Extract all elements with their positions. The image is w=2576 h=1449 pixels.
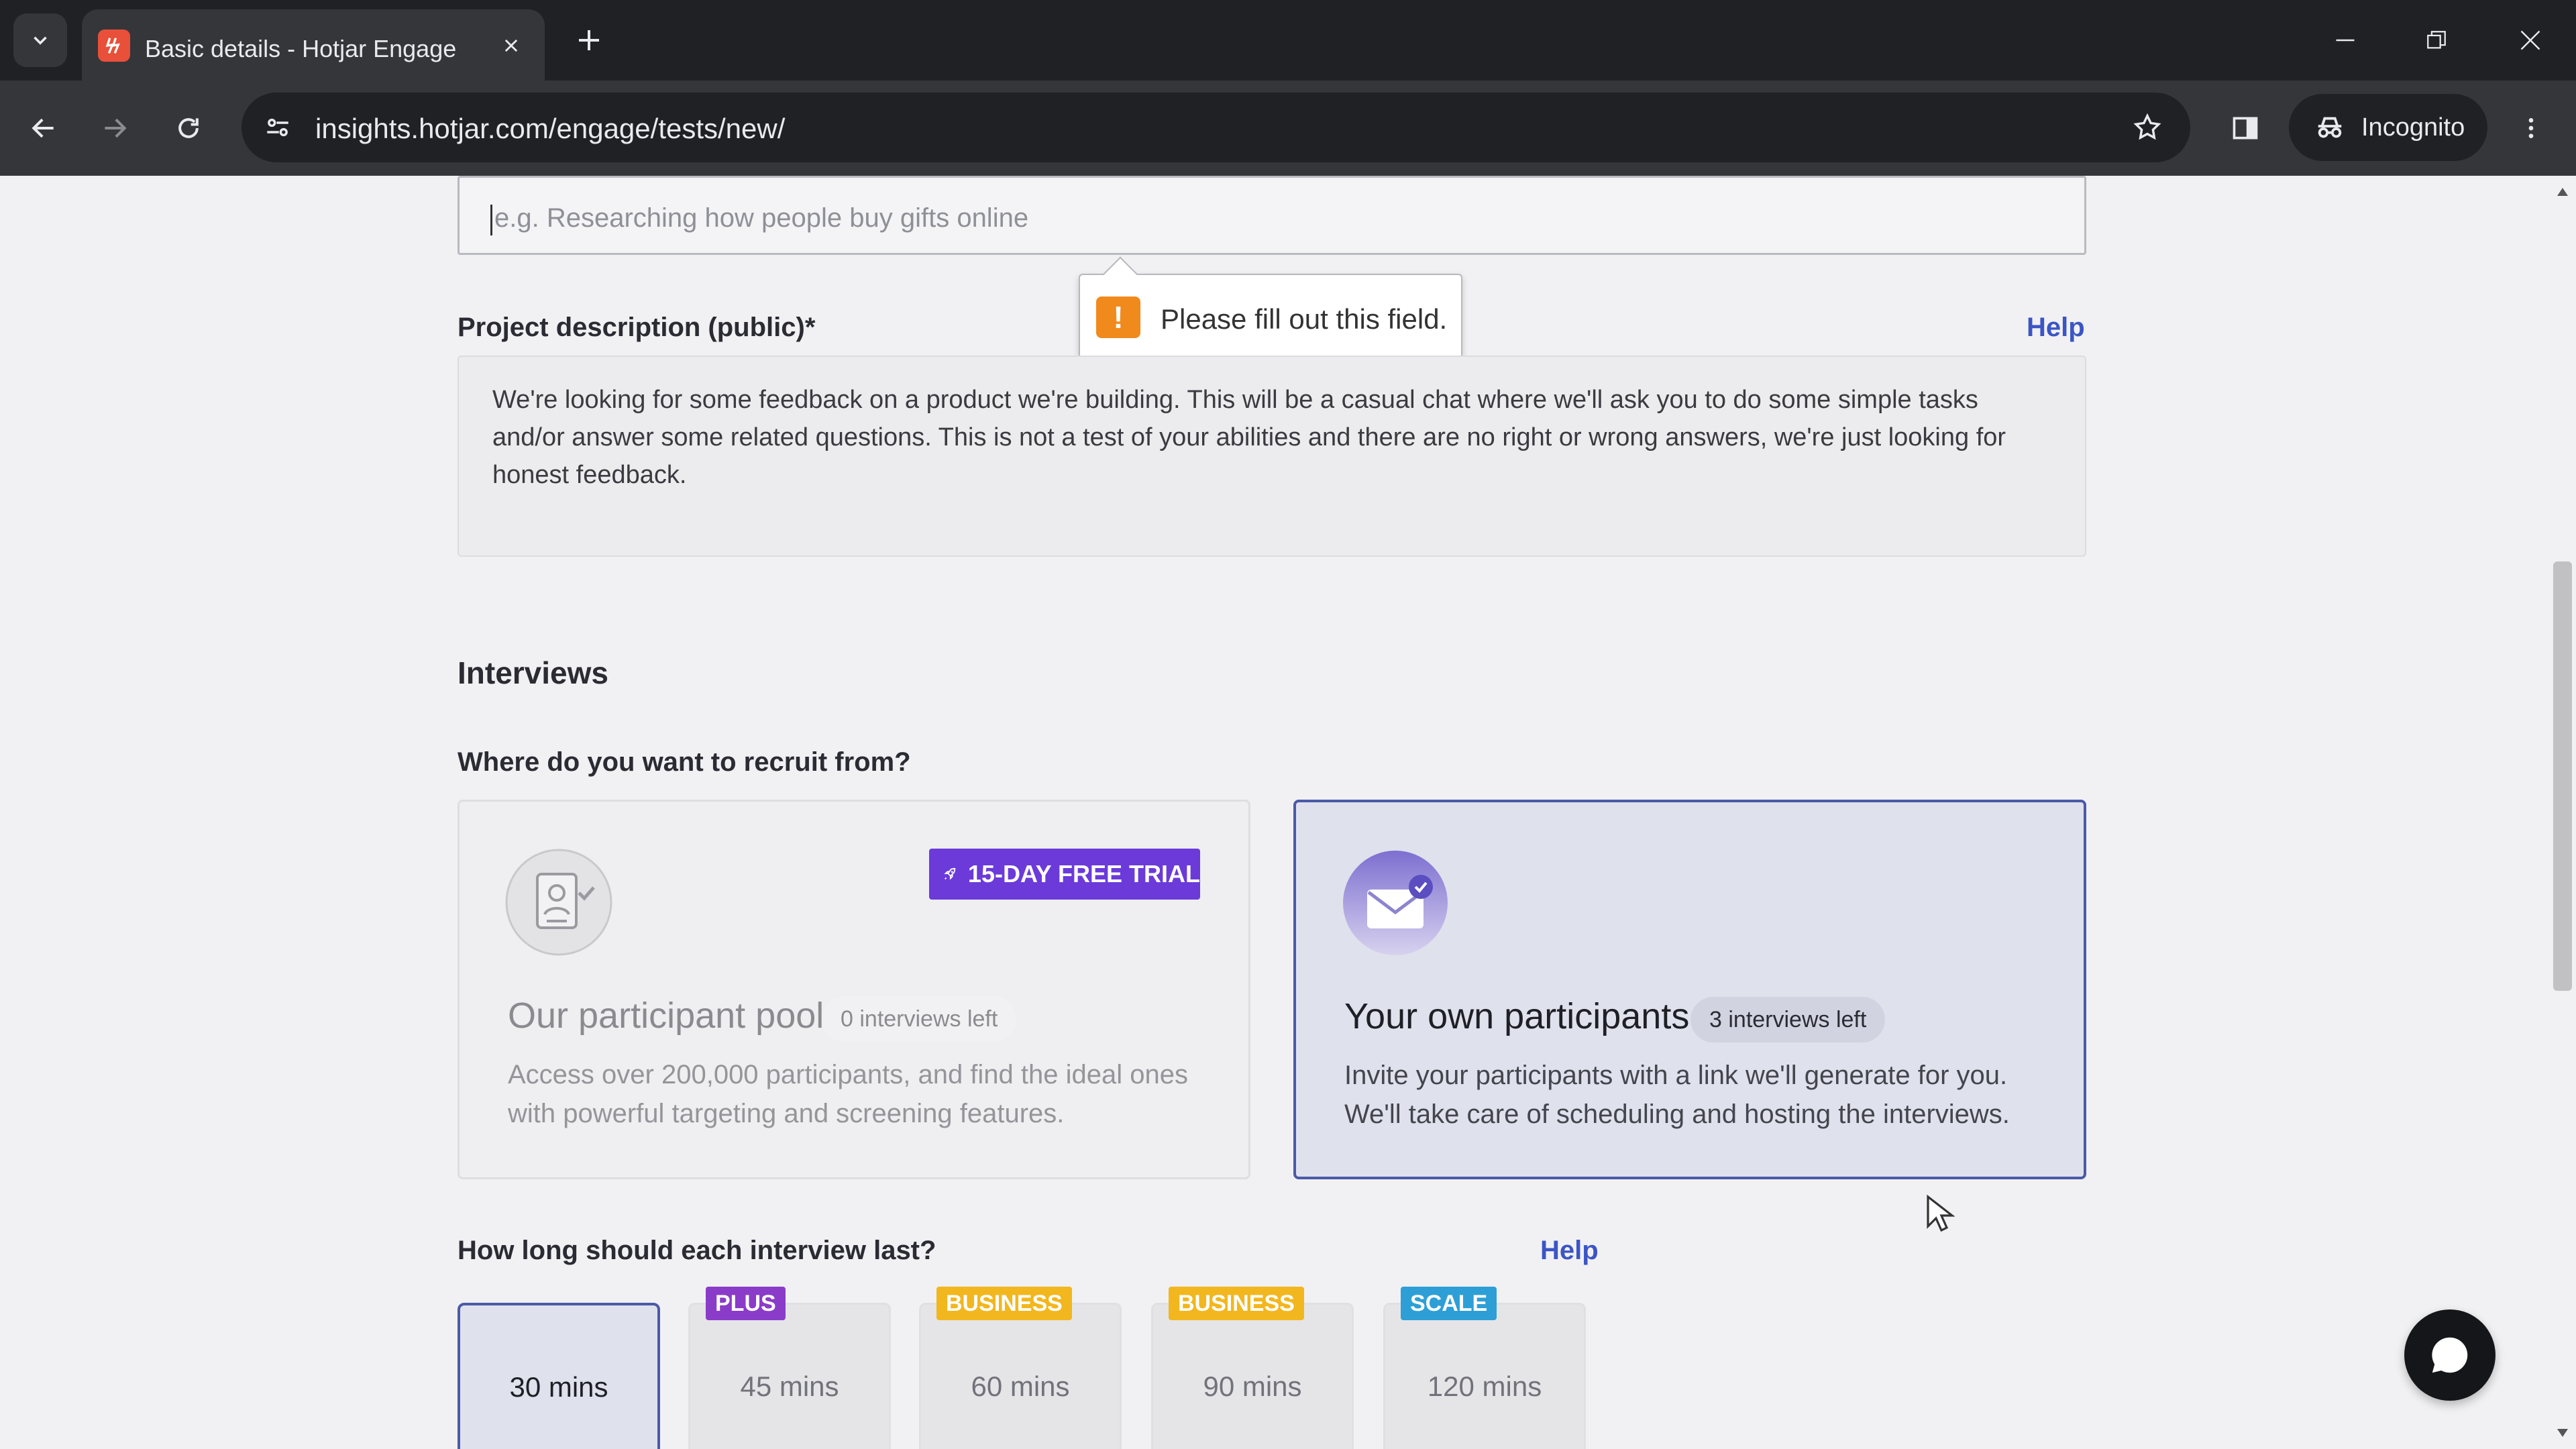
duration-option-60[interactable]: 60 mins [919,1303,1122,1449]
own-participants-title: Your own participants [1344,996,1690,1036]
participant-pool-title: Our participant pool [508,996,824,1036]
incognito-icon [2318,117,2342,138]
close-tab-icon[interactable] [495,30,527,62]
reload-icon[interactable] [165,105,212,152]
page-content: e.g. Researching how people buy gifts on… [0,176,2549,1449]
duration-option-90[interactable]: 90 mins [1151,1303,1354,1449]
incognito-indicator[interactable]: Incognito [2289,94,2487,161]
minimize-icon[interactable] [2318,15,2372,66]
warning-icon: ! [1096,297,1140,338]
free-trial-label: 15-DAY FREE TRIAL [967,860,1200,888]
project-title-placeholder: e.g. Researching how people buy gifts on… [494,203,1029,233]
scroll-up-arrow-icon[interactable] [2555,184,2571,200]
duration-option-120[interactable]: 120 mins [1383,1303,1586,1449]
description-label: Project description (public)* [458,313,816,342]
duration-label: 120 mins [1427,1371,1542,1402]
duration-label: 90 mins [1203,1371,1302,1402]
rocket-icon [944,867,956,880]
plan-badge-plus: PLUS [706,1287,786,1320]
chevron-down-icon [34,36,47,45]
project-title-input[interactable]: e.g. Researching how people buy gifts on… [458,176,2086,255]
site-settings-icon[interactable] [260,110,295,145]
chat-widget-button[interactable] [2404,1309,2496,1401]
mouse-cursor-icon [1927,1194,1955,1232]
participant-pool-card[interactable]: 15-DAY FREE TRIAL Our participant pool 0… [458,800,1250,1179]
browser-toolbar: insights.hotjar.com/engage/tests/new/ In… [0,80,2576,176]
tooltip-arrow [1103,256,1138,291]
envelope-check-icon [1343,851,1448,955]
plan-badge-business: BUSINESS [936,1287,1072,1320]
duration-option-45[interactable]: 45 mins [688,1303,891,1449]
tab-search-button[interactable] [13,13,67,67]
duration-option-30[interactable]: 30 mins [458,1303,660,1449]
free-trial-badge[interactable]: 15-DAY FREE TRIAL [929,849,1200,900]
browser-menu-icon[interactable] [2508,105,2555,152]
duration-help-link[interactable]: Help [1540,1236,1599,1266]
description-help-link[interactable]: Help [2027,313,2085,343]
participant-pool-description: Access over 200,000 participants, and fi… [508,1060,1188,1128]
browser-tab[interactable]: Basic details - Hotjar Engage [82,9,545,80]
hotjar-logo-icon [98,30,130,62]
text-caret [490,205,492,235]
validation-tooltip: ! Please fill out this field. [1079,256,1462,360]
address-bar[interactable]: insights.hotjar.com/engage/tests/new/ [241,93,2190,162]
duration-label: 45 mins [740,1371,839,1402]
recruit-question: Where do you want to recruit from? [458,747,911,777]
participant-profile-icon [505,849,612,956]
url-text: insights.hotjar.com/engage/tests/new/ [315,113,786,144]
new-tab-icon[interactable] [569,20,609,60]
chat-bubble-icon [2432,1337,2468,1373]
back-arrow-icon[interactable] [20,105,67,152]
browser-tab-bar: Basic details - Hotjar Engage [0,0,2576,80]
duration-question: How long should each interview last? [458,1236,936,1265]
own-participants-card[interactable]: Your own participants 3 interviews left … [1293,800,2086,1179]
interviews-heading: Interviews [458,655,608,690]
forward-arrow-icon[interactable] [91,105,138,152]
own-participants-interviews-left: 3 interviews left [1690,997,1886,1042]
restore-icon[interactable] [2410,15,2463,66]
bookmark-star-icon[interactable] [2129,109,2166,146]
validation-message: Please fill out this field. [1161,303,1448,335]
scroll-down-arrow-icon[interactable] [2555,1425,2571,1441]
participant-pool-interviews-left: 0 interviews left [822,996,1017,1042]
incognito-label: Incognito [2361,113,2465,142]
plan-badge-business: BUSINESS [1169,1287,1304,1320]
own-participants-description: Invite your participants with a link we'… [1344,1061,2010,1129]
description-textarea[interactable]: We're looking for some feedback on a pro… [458,356,2086,557]
page-scrollbar[interactable] [2549,176,2576,1449]
duration-label: 60 mins [971,1371,1070,1402]
plan-badge-scale: SCALE [1401,1287,1497,1320]
close-window-icon[interactable] [2504,15,2557,66]
side-panel-icon[interactable] [2222,105,2269,152]
scrollbar-thumb[interactable] [2553,561,2572,991]
tab-title: Basic details - Hotjar Engage [145,35,457,62]
duration-label: 30 mins [509,1371,608,1403]
